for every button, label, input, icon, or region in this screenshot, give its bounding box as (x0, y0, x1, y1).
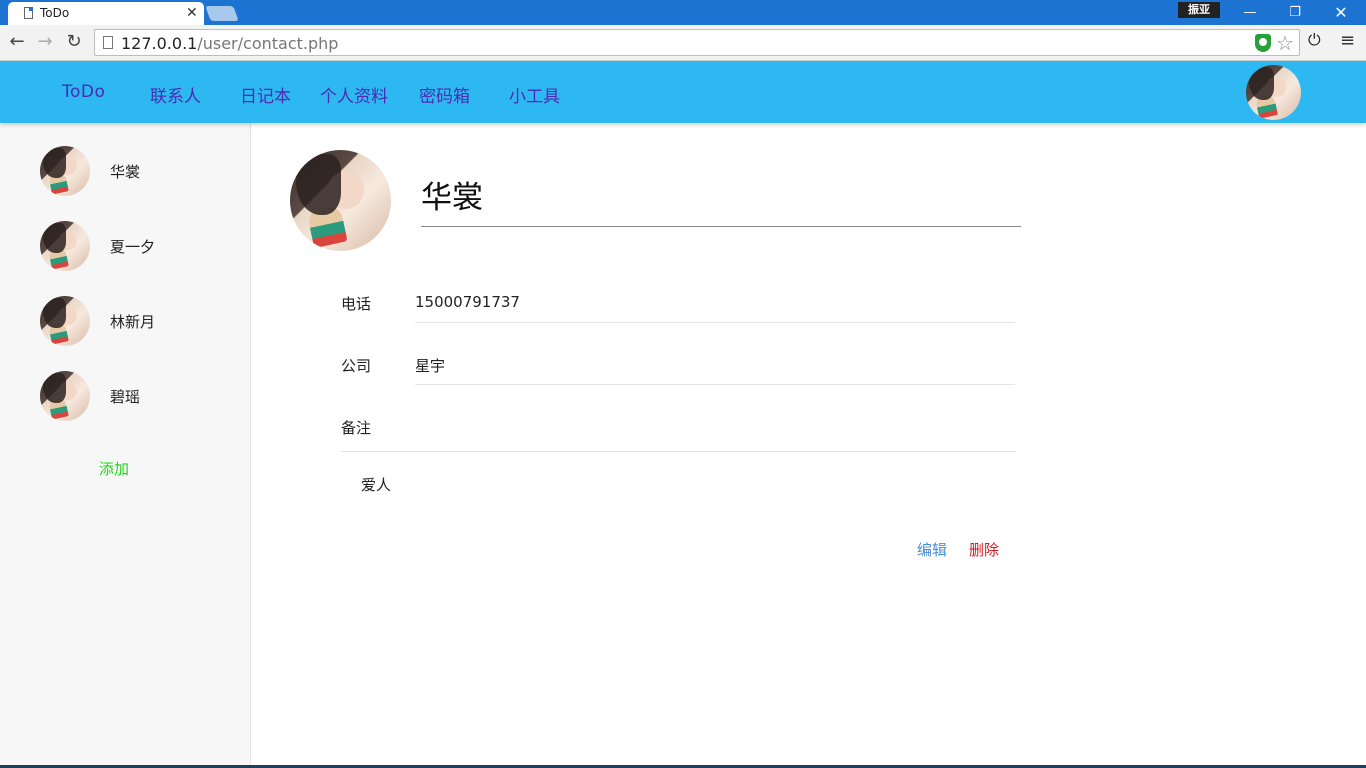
restore-icon[interactable]: ❐ (1272, 0, 1318, 25)
nav-password-box[interactable]: 密码箱 (419, 82, 470, 107)
brand-link[interactable]: ToDo (62, 82, 105, 102)
app-header: ToDo 联系人 日记本 个人资料 密码箱 小工具 (0, 61, 1366, 123)
add-contact-link[interactable]: 添加 (99, 458, 129, 479)
company-label: 公司 (341, 357, 372, 375)
shield-icon[interactable] (1255, 34, 1271, 52)
contact-list-item[interactable]: 林新月 (40, 296, 240, 346)
nav-contacts[interactable]: 联系人 (150, 82, 201, 107)
reload-icon[interactable]: ↻ (63, 31, 85, 53)
minimize-icon[interactable]: — (1227, 0, 1273, 25)
ime-badge: 振亚 (1178, 2, 1220, 18)
nav-tools[interactable]: 小工具 (509, 82, 560, 107)
contact-avatar (40, 221, 90, 271)
contact-avatar (40, 296, 90, 346)
window-close-icon[interactable]: ✕ (1318, 0, 1364, 25)
star-icon[interactable]: ☆ (1276, 31, 1294, 55)
url-path: /user/contact.php (197, 34, 339, 53)
contact-list-item[interactable]: 夏一夕 (40, 221, 240, 271)
url-host: 127.0.0.1 (121, 34, 198, 53)
contact-name: 林新月 (110, 313, 156, 331)
divider (415, 384, 1015, 385)
phone-value: 15000791737 (415, 293, 520, 311)
divider (421, 226, 1021, 227)
power-icon[interactable]: ⏻ (1308, 30, 1321, 50)
edit-link[interactable]: 编辑 (917, 539, 947, 560)
note-value: 爱人 (361, 476, 392, 494)
browser-toolbar: ← → ↻ 127.0.0.1/user/contact.php ☆ ⏻ ≡ (0, 25, 1366, 61)
tab-title: ToDo (40, 6, 70, 20)
menu-icon[interactable]: ≡ (1340, 31, 1355, 51)
nav-diary[interactable]: 日记本 (240, 82, 291, 107)
url-text[interactable]: 127.0.0.1/user/contact.php (121, 34, 338, 53)
page-icon (103, 36, 113, 49)
browser-tab[interactable]: ToDo ✕ (8, 2, 204, 25)
note-label: 备注 (341, 419, 372, 437)
page-icon (24, 7, 33, 19)
contact-name: 夏一夕 (110, 238, 156, 256)
contact-avatar (40, 371, 90, 421)
contact-list-item[interactable]: 碧瑶 (40, 371, 240, 421)
nav-profile[interactable]: 个人资料 (320, 82, 388, 107)
new-tab-button[interactable] (205, 6, 239, 21)
delete-link[interactable]: 删除 (969, 539, 999, 560)
contact-detail-name: 华裳 (421, 180, 483, 216)
contact-name: 华裳 (110, 163, 141, 181)
contact-list-item[interactable]: 华裳 (40, 146, 240, 196)
phone-label: 电话 (341, 295, 372, 313)
tab-close-icon[interactable]: ✕ (186, 4, 198, 22)
divider (341, 451, 1016, 452)
back-icon[interactable]: ← (6, 31, 28, 53)
address-bar[interactable]: 127.0.0.1/user/contact.php ☆ (94, 29, 1300, 56)
forward-icon[interactable]: → (34, 31, 56, 53)
browser-tabstrip: ToDo ✕ 振亚 — ❐ ✕ (0, 0, 1366, 25)
contact-name: 碧瑶 (110, 388, 141, 406)
contact-sidebar: 华裳 夏一夕 林新月 碧瑶 添加 (0, 123, 251, 768)
detail-avatar (290, 150, 391, 251)
contact-avatar (40, 146, 90, 196)
company-value: 星宇 (415, 357, 446, 375)
user-avatar[interactable] (1246, 65, 1301, 120)
divider (415, 322, 1015, 323)
